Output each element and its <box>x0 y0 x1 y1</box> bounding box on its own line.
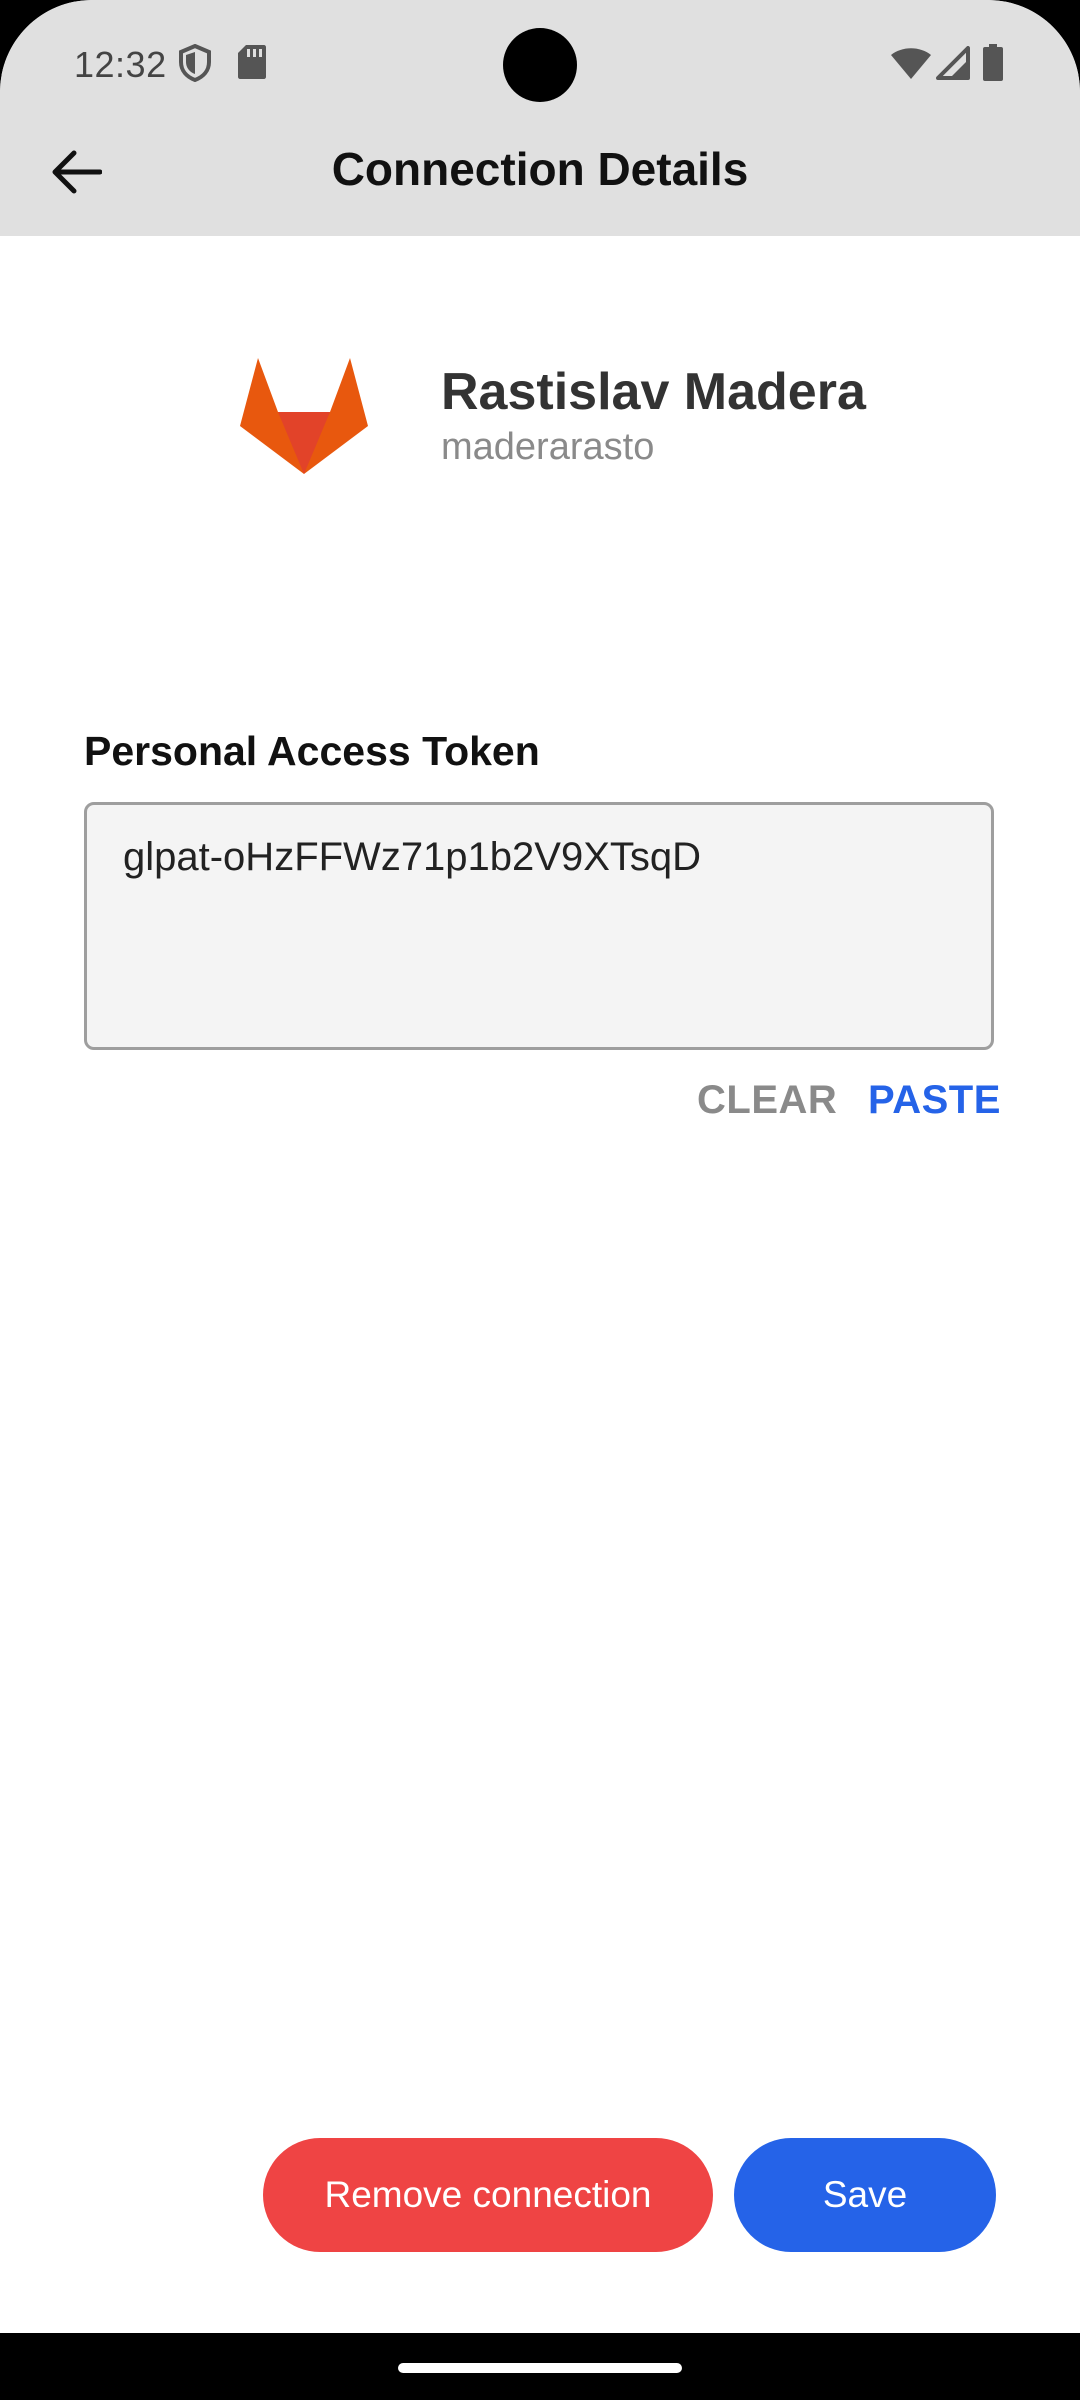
account-username: maderarasto <box>441 426 655 468</box>
navigation-handle[interactable] <box>398 2363 682 2373</box>
save-button[interactable]: Save <box>734 2138 996 2252</box>
shield-icon <box>178 44 212 82</box>
wifi-icon <box>890 46 932 80</box>
gitlab-logo <box>238 354 370 476</box>
remove-connection-button[interactable]: Remove connection <box>263 2138 713 2252</box>
front-camera <box>503 28 577 102</box>
clear-button[interactable]: CLEAR <box>697 1078 837 1123</box>
page-title: Connection Details <box>331 143 749 195</box>
screen: 12:32 Connection Details Rastislav Mader… <box>0 0 1080 2333</box>
paste-button[interactable]: PASTE <box>868 1078 1001 1123</box>
token-label: Personal Access Token <box>84 728 540 774</box>
signal-icon <box>936 46 970 80</box>
app-header: 12:32 Connection Details <box>0 0 1080 236</box>
sd-card-icon <box>237 44 267 80</box>
token-input[interactable]: glpat-oHzFFWz71p1b2V9XTsqD <box>84 802 994 1050</box>
status-time: 12:32 <box>74 44 167 85</box>
account-name: Rastislav Madera <box>441 363 866 421</box>
battery-icon <box>982 44 1004 82</box>
